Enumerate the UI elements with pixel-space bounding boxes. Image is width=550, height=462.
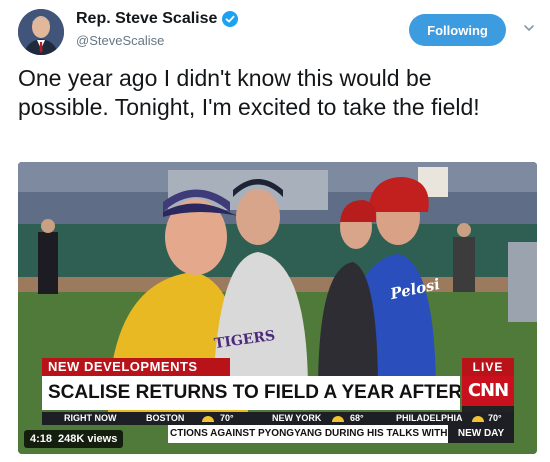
weather-philadelphia-temp: 70° bbox=[488, 413, 502, 423]
weather-boston-temp: 70° bbox=[220, 413, 234, 423]
tweet-text: One year ago I didn't know this would be… bbox=[18, 65, 480, 120]
weather-new-york: NEW YORK bbox=[272, 413, 322, 423]
display-name[interactable]: Rep. Steve Scalise bbox=[76, 10, 217, 28]
weather-icon-new-york bbox=[332, 412, 347, 425]
verified-badge-icon bbox=[222, 11, 239, 27]
cnn-logo: CNN bbox=[462, 376, 514, 406]
name-row: Rep. Steve Scalise bbox=[76, 10, 239, 28]
following-button[interactable]: Following bbox=[409, 14, 506, 46]
video-duration: 4:18 bbox=[30, 433, 53, 445]
user-handle[interactable]: @SteveScalise bbox=[76, 33, 164, 48]
show-name: NEW DAY bbox=[448, 425, 514, 443]
weather-icon-philadelphia bbox=[472, 412, 487, 425]
avatar[interactable] bbox=[18, 9, 64, 55]
tweet-header: Rep. Steve Scalise @SteveScalise Followi… bbox=[0, 0, 550, 60]
weather-icon-boston bbox=[202, 412, 217, 425]
video-frame bbox=[18, 162, 537, 454]
live-badge: LIVE bbox=[462, 358, 514, 376]
banner-tag: NEW DEVELOPMENTS bbox=[42, 358, 230, 376]
weather-bar: RIGHT NOW BOSTON 70° NEW YORK 68° PHILAD… bbox=[42, 412, 514, 425]
news-headline: SCALISE RETURNS TO FIELD A YEAR AFTER SH… bbox=[42, 376, 460, 410]
video-player[interactable]: Pelosi TIGERS NEW DEVELOPMENTS LIVE SCAL… bbox=[18, 162, 537, 454]
video-stats: 4:18 248K views bbox=[24, 430, 124, 448]
weather-right-now: RIGHT NOW bbox=[64, 413, 117, 423]
weather-boston: BOSTON bbox=[146, 413, 185, 423]
chevron-down-icon[interactable] bbox=[523, 22, 535, 34]
weather-philadelphia: PHILADELPHIA bbox=[396, 413, 463, 423]
view-count: 248K views bbox=[58, 433, 118, 445]
weather-new-york-temp: 68° bbox=[350, 413, 364, 423]
